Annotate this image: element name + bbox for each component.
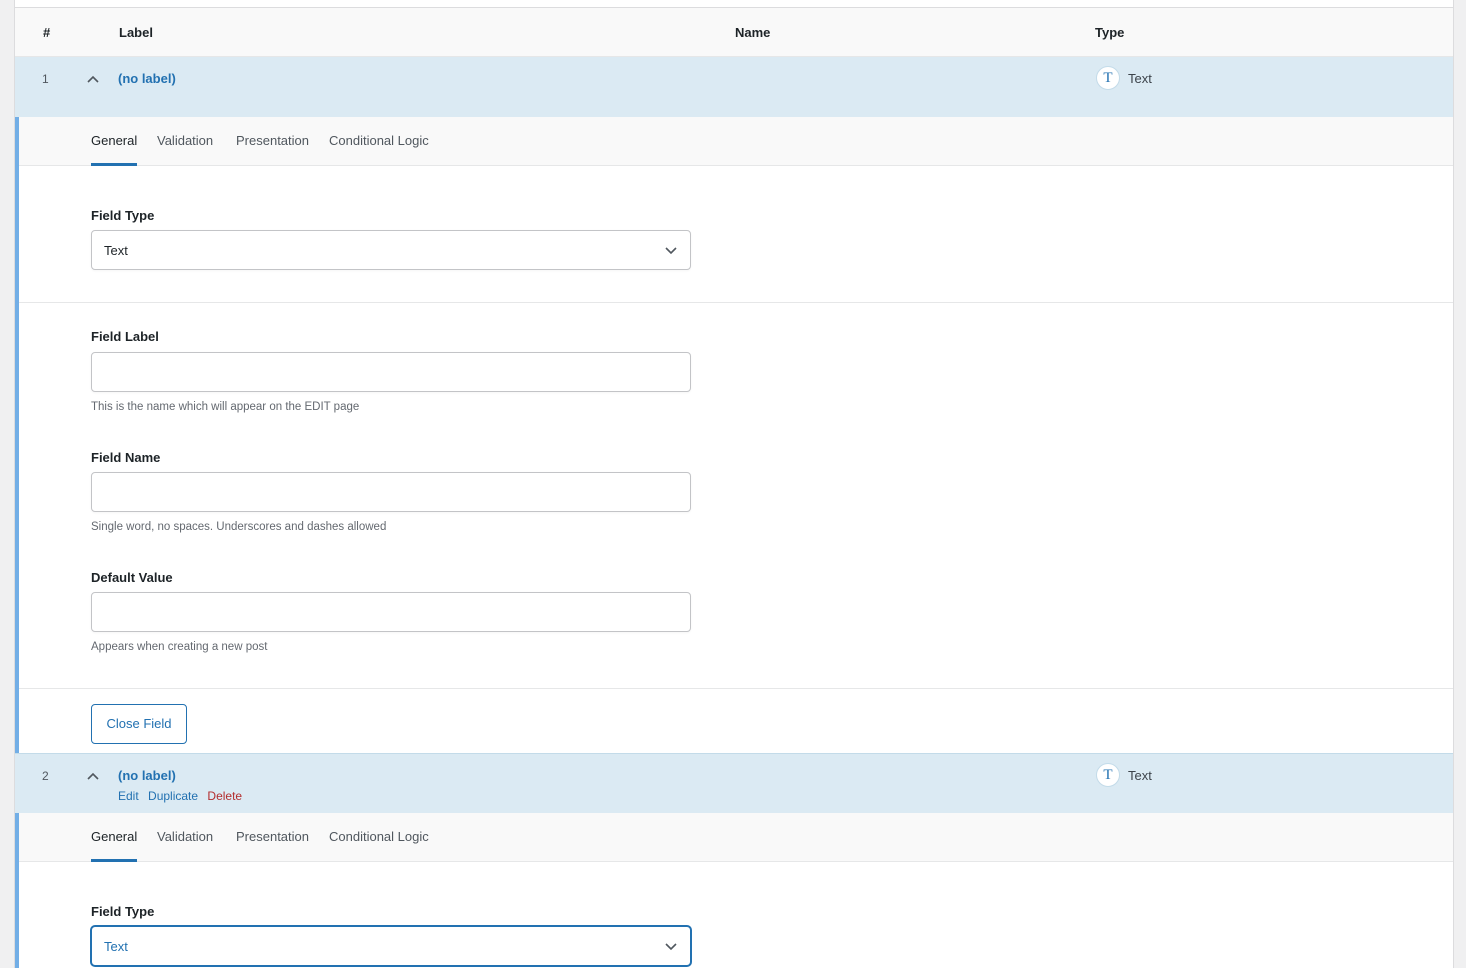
- default-value-help: Appears when creating a new post: [91, 641, 268, 653]
- close-field-button[interactable]: Close Field: [91, 704, 187, 744]
- field-type-select[interactable]: Text: [91, 230, 691, 270]
- col-label-header: Label: [119, 25, 153, 40]
- field-settings-2: General Validation Presentation Conditio…: [15, 813, 1453, 968]
- edit-link[interactable]: Edit: [118, 789, 139, 803]
- duplicate-link[interactable]: Duplicate: [148, 789, 198, 803]
- section-divider: [19, 302, 1453, 303]
- tab-conditional-logic[interactable]: Conditional Logic: [329, 133, 429, 148]
- tab-validation[interactable]: Validation: [157, 133, 213, 148]
- col-name-header: Name: [735, 25, 771, 40]
- field-type-text: Text: [1128, 768, 1152, 783]
- col-number-header: #: [43, 25, 51, 40]
- fields-table-header: # Label Name Type: [15, 8, 1453, 57]
- delete-link[interactable]: Delete: [207, 789, 242, 803]
- field-label-link[interactable]: (no label): [118, 768, 176, 783]
- field-type-value: Text: [104, 243, 128, 258]
- field-label-help: This is the name which will appear on th…: [91, 401, 360, 413]
- field-label-link[interactable]: (no label): [118, 71, 176, 86]
- default-value-label: Default Value: [91, 570, 173, 585]
- tab-presentation[interactable]: Presentation: [236, 133, 309, 148]
- row-actions: Edit Duplicate Delete: [118, 789, 248, 803]
- tab-conditional-logic[interactable]: Conditional Logic: [329, 829, 429, 844]
- tab-general[interactable]: General: [91, 829, 138, 862]
- field-name-label: Field Name: [91, 450, 161, 465]
- field-type-label: Field Type: [91, 904, 155, 919]
- field-type-label: Field Type: [91, 208, 155, 223]
- settings-tabs: General Validation Presentation Conditio…: [19, 813, 1453, 862]
- default-value-input[interactable]: [91, 592, 691, 632]
- col-type-header: Type: [1095, 25, 1125, 40]
- text-type-icon: T: [1096, 763, 1120, 787]
- tab-validation[interactable]: Validation: [157, 829, 213, 844]
- chevron-down-icon: [665, 247, 677, 255]
- tab-general[interactable]: General: [91, 133, 138, 166]
- field-label-input[interactable]: [91, 352, 691, 392]
- field-label-label: Field Label: [91, 329, 159, 344]
- field-name-help: Single word, no spaces. Underscores and …: [91, 521, 387, 533]
- fields-panel: # Label Name Type 1 (no label) T Text Ge…: [14, 8, 1454, 968]
- section-divider: [19, 688, 1453, 689]
- field-type-select[interactable]: Text: [91, 926, 691, 966]
- field-name-input[interactable]: [91, 472, 691, 512]
- field-row-2[interactable]: 2 (no label) Edit Duplicate Delete T Tex…: [15, 753, 1453, 813]
- chevron-up-icon[interactable]: [86, 74, 100, 84]
- text-type-icon: T: [1096, 66, 1120, 90]
- field-settings-1: General Validation Presentation Conditio…: [15, 117, 1453, 753]
- chevron-down-icon: [665, 943, 677, 951]
- chevron-up-icon[interactable]: [86, 771, 100, 781]
- tab-presentation[interactable]: Presentation: [236, 829, 309, 844]
- panel-top-edge: [14, 0, 1454, 8]
- field-row-1[interactable]: 1 (no label) T Text: [15, 57, 1453, 117]
- field-type-value: Text: [104, 939, 128, 954]
- settings-tabs: General Validation Presentation Conditio…: [19, 117, 1453, 166]
- field-type-text: Text: [1128, 71, 1152, 86]
- field-number: 2: [42, 769, 49, 783]
- field-number: 1: [42, 72, 49, 86]
